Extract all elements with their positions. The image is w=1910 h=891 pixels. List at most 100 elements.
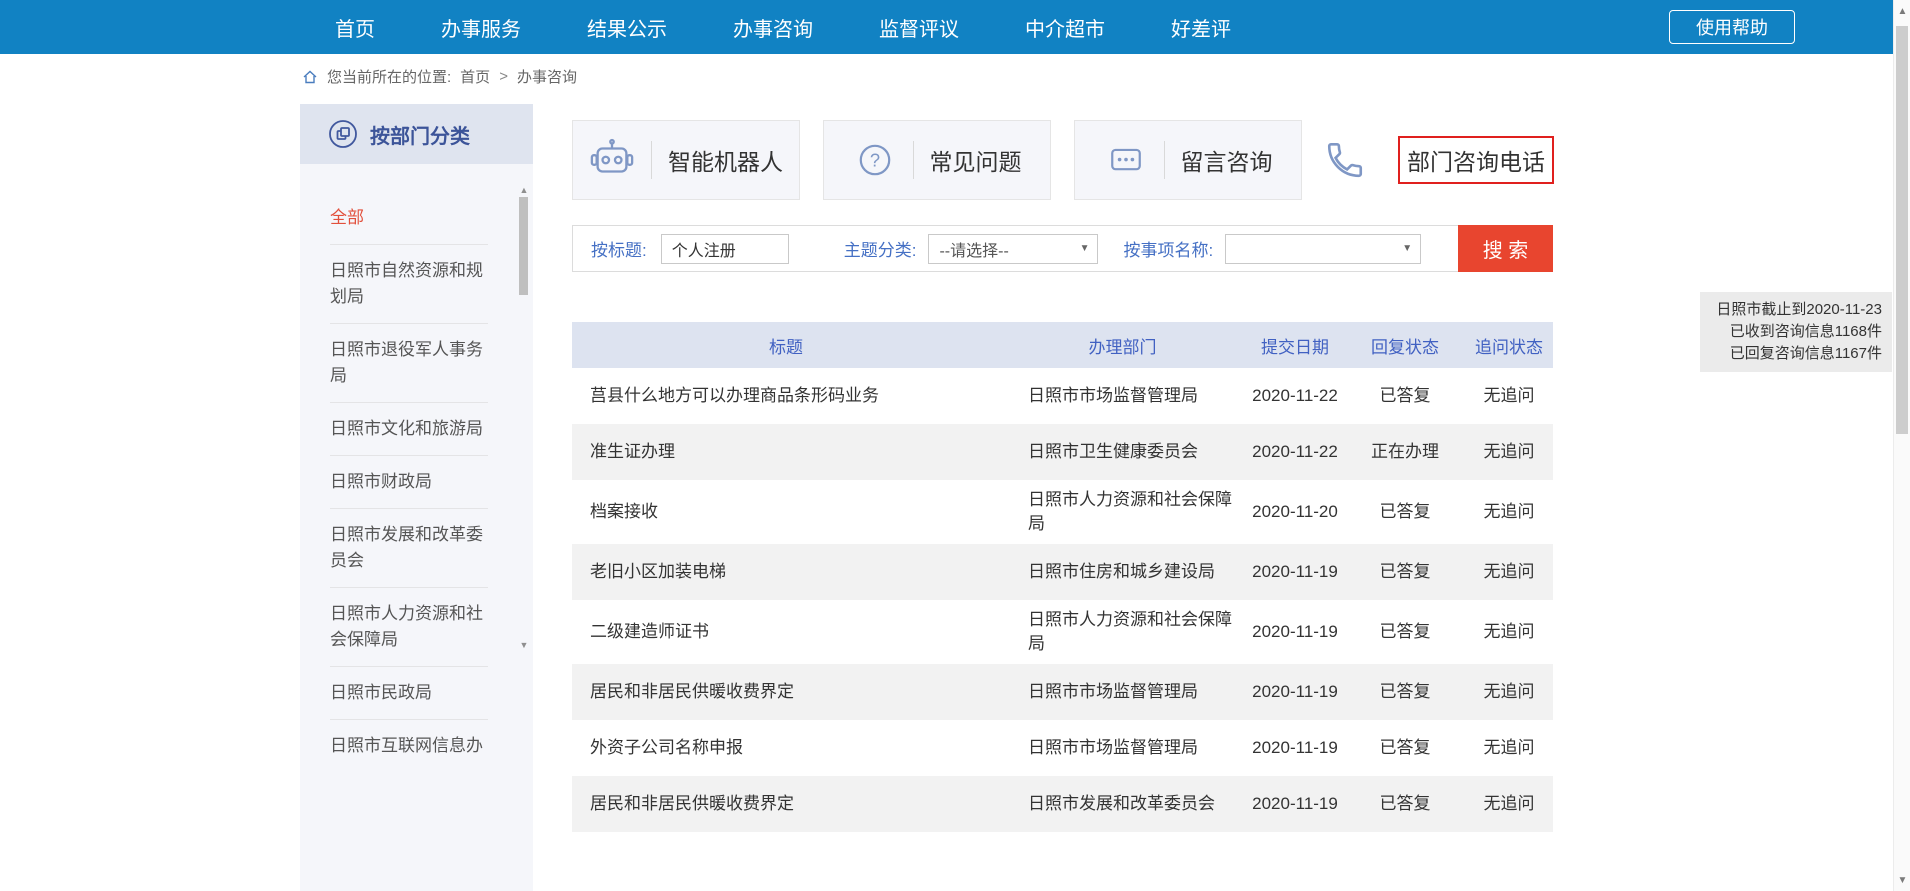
scroll-down-icon[interactable]: ▼	[1894, 875, 1910, 886]
search-button[interactable]: 搜 索	[1458, 225, 1553, 272]
scroll-down-icon[interactable]: ▼	[518, 640, 530, 650]
nav-item-3[interactable]: 办事咨询	[733, 13, 813, 42]
sidebar-item-1[interactable]: 日照市自然资源和规划局	[330, 245, 488, 324]
cell-followup-status: 无追问	[1465, 544, 1553, 600]
table-row[interactable]: 外资子公司名称申报日照市市场监督管理局2020-11-19已答复无追问	[572, 720, 1553, 776]
nav-item-6[interactable]: 好差评	[1171, 13, 1231, 42]
cell-title: 莒县什么地方可以办理商品条形码业务	[572, 368, 1000, 424]
cell-department: 日照市市场监督管理局	[1000, 664, 1245, 720]
table-row[interactable]: 莒县什么地方可以办理商品条形码业务日照市市场监督管理局2020-11-22已答复…	[572, 368, 1553, 424]
tab-department-phone[interactable]: 部门咨询电话	[1325, 120, 1553, 200]
cell-followup-status: 无追问	[1465, 480, 1553, 544]
item-name-filter-label: 按事项名称:	[1123, 236, 1213, 261]
home-icon	[302, 69, 318, 85]
sidebar-item-8[interactable]: 日照市互联网信息办	[330, 720, 488, 772]
consultation-table: 标题 办理部门 提交日期 回复状态 追问状态 莒县什么地方可以办理商品条形码业务…	[572, 322, 1553, 832]
nav-item-5[interactable]: 中介超市	[1025, 13, 1105, 42]
tab-smart-robot[interactable]: 智能机器人	[572, 120, 800, 200]
cell-title: 准生证办理	[572, 424, 1000, 480]
search-bar: 按标题: 主题分类: --请选择-- ▼ 按事项名称: ▼ 搜 索	[572, 225, 1553, 272]
cell-reply-status: 正在办理	[1345, 424, 1465, 480]
table-row[interactable]: 准生证办理日照市卫生健康委员会2020-11-22正在办理无追问	[572, 424, 1553, 480]
cell-reply-status: 已答复	[1345, 600, 1465, 664]
sidebar-scrollbar[interactable]: ▲ ▼	[518, 185, 530, 650]
cell-department: 日照市人力资源和社会保障局	[1000, 600, 1245, 664]
consult-channel-tabs: 智能机器人 ? 常见问题 留言咨询	[572, 120, 1553, 200]
svg-text:?: ?	[869, 149, 879, 170]
help-button[interactable]: 使用帮助	[1669, 10, 1795, 44]
sidebar-department-filter: 按部门分类 全部日照市自然资源和规划局日照市退役军人事务局日照市文化和旅游局日照…	[300, 104, 533, 891]
table-row[interactable]: 居民和非居民供暖收费界定日照市市场监督管理局2020-11-19已答复无追问	[572, 664, 1553, 720]
department-list: 全部日照市自然资源和规划局日照市退役军人事务局日照市文化和旅游局日照市财政局日照…	[300, 164, 492, 772]
tab-divider	[1164, 141, 1165, 179]
tab-label-faq: 常见问题	[930, 143, 1022, 177]
scroll-up-icon[interactable]: ▲	[1894, 6, 1910, 17]
nav-item-1[interactable]: 办事服务	[441, 13, 521, 42]
cell-department: 日照市市场监督管理局	[1000, 368, 1245, 424]
scroll-up-icon[interactable]: ▲	[518, 185, 530, 195]
cell-department-text: 日照市市场监督管理局	[1028, 736, 1198, 760]
consultation-table-body: 莒县什么地方可以办理商品条形码业务日照市市场监督管理局2020-11-22已答复…	[572, 368, 1553, 832]
sidebar-item-4[interactable]: 日照市财政局	[330, 456, 488, 509]
breadcrumb-prefix: 您当前所在的位置:	[327, 66, 451, 87]
cell-title: 档案接收	[572, 480, 1000, 544]
cell-title: 二级建造师证书	[572, 600, 1000, 664]
table-row[interactable]: 居民和非居民供暖收费界定日照市发展和改革委员会2020-11-19已答复无追问	[572, 776, 1553, 832]
cell-date: 2020-11-19	[1245, 720, 1345, 776]
cell-date: 2020-11-22	[1245, 424, 1345, 480]
nav-item-0[interactable]: 首页	[335, 13, 375, 42]
breadcrumb-home-link[interactable]: 首页	[460, 66, 490, 87]
cell-title: 居民和非居民供暖收费界定	[572, 776, 1000, 832]
page-scrollbar[interactable]: ▲ ▼	[1893, 0, 1910, 891]
sidebar-item-6[interactable]: 日照市人力资源和社会保障局	[330, 588, 488, 667]
sidebar-title: 按部门分类	[370, 120, 470, 149]
stats-line-2: 已回复咨询信息1167件	[1710, 343, 1882, 365]
col-header-department: 办理部门	[1000, 322, 1245, 368]
sidebar-item-0[interactable]: 全部	[330, 192, 488, 245]
cell-reply-status: 已答复	[1345, 480, 1465, 544]
cell-date: 2020-11-19	[1245, 776, 1345, 832]
breadcrumb-separator: >	[499, 68, 508, 85]
col-header-date: 提交日期	[1245, 322, 1345, 368]
nav-item-4[interactable]: 监督评议	[879, 13, 959, 42]
message-icon	[1104, 138, 1148, 182]
item-name-select[interactable]: ▼	[1225, 234, 1421, 264]
category-select[interactable]: --请选择-- ▼	[928, 234, 1098, 264]
phone-icon	[1324, 139, 1366, 181]
cell-date: 2020-11-19	[1245, 600, 1345, 664]
consultation-table-header: 标题 办理部门 提交日期 回复状态 追问状态	[572, 322, 1553, 368]
cell-date: 2020-11-19	[1245, 664, 1345, 720]
table-row[interactable]: 档案接收日照市人力资源和社会保障局2020-11-20已答复无追问	[572, 480, 1553, 544]
main-nav: 首页 办事服务 结果公示 办事咨询 监督评议 中介超市 好差评	[335, 0, 1893, 54]
cell-date: 2020-11-20	[1245, 480, 1345, 544]
cell-department-text: 日照市市场监督管理局	[1028, 680, 1198, 704]
stats-box: 日照市截止到2020-11-23已收到咨询信息1168件已回复咨询信息1167件	[1700, 292, 1892, 372]
question-icon: ?	[853, 138, 897, 182]
tab-faq[interactable]: ? 常见问题	[823, 120, 1051, 200]
tab-divider	[913, 141, 914, 179]
table-row[interactable]: 二级建造师证书日照市人力资源和社会保障局2020-11-19已答复无追问	[572, 600, 1553, 664]
cell-title: 外资子公司名称申报	[572, 720, 1000, 776]
sidebar-header: 按部门分类	[300, 104, 533, 164]
category-icon	[328, 119, 358, 149]
cell-department: 日照市人力资源和社会保障局	[1000, 480, 1245, 544]
sidebar-item-2[interactable]: 日照市退役军人事务局	[330, 324, 488, 403]
tab-message-consult[interactable]: 留言咨询	[1074, 120, 1302, 200]
nav-item-2[interactable]: 结果公示	[587, 13, 667, 42]
tab-label-department-phone: 部门咨询电话	[1398, 136, 1554, 184]
sidebar-item-7[interactable]: 日照市民政局	[330, 667, 488, 720]
cell-date: 2020-11-19	[1245, 544, 1345, 600]
page-scrollbar-thumb[interactable]	[1896, 26, 1908, 434]
cell-department-text: 日照市人力资源和社会保障局	[1028, 488, 1234, 536]
cell-followup-status: 无追问	[1465, 664, 1553, 720]
table-row[interactable]: 老旧小区加装电梯日照市住房和城乡建设局2020-11-19已答复无追问	[572, 544, 1553, 600]
sidebar-item-3[interactable]: 日照市文化和旅游局	[330, 403, 488, 456]
cell-department-text: 日照市发展和改革委员会	[1028, 792, 1215, 816]
sidebar-item-5[interactable]: 日照市发展和改革委员会	[330, 509, 488, 588]
sidebar-scrollbar-thumb[interactable]	[519, 197, 528, 295]
title-filter-input[interactable]	[661, 234, 789, 264]
cell-followup-status: 无追问	[1465, 720, 1553, 776]
cell-reply-status: 已答复	[1345, 368, 1465, 424]
breadcrumb: 您当前所在的位置: 首页 > 办事咨询	[302, 66, 577, 87]
category-select-value: --请选择--	[939, 237, 1008, 261]
